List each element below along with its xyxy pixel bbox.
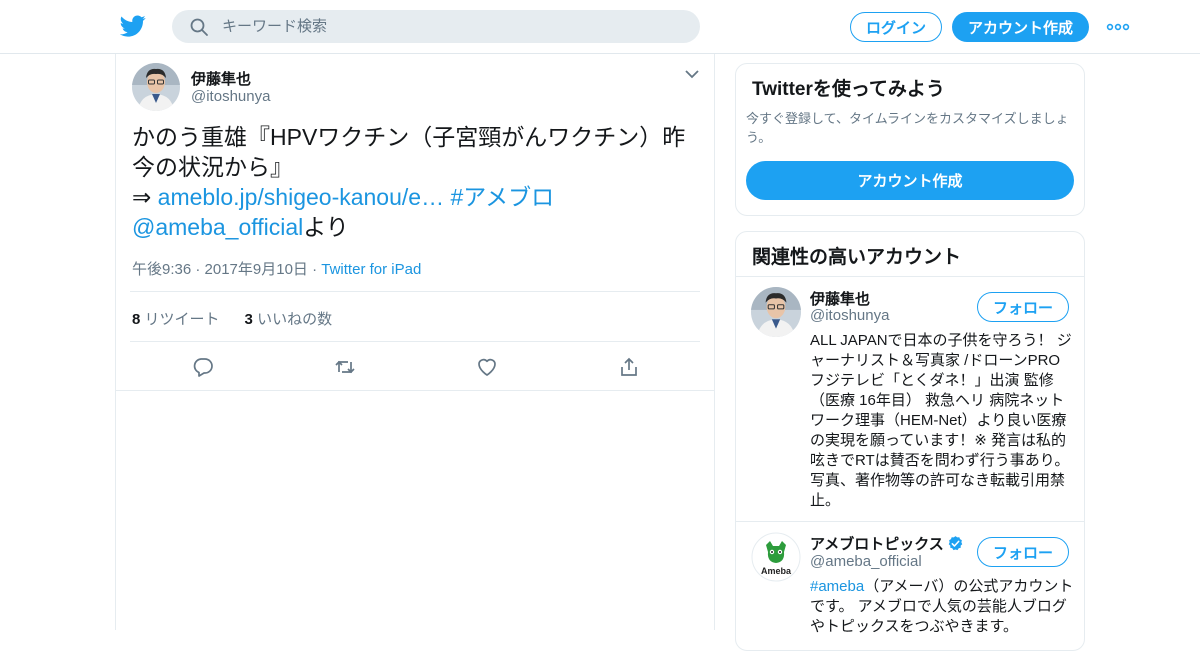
search-icon [190,18,208,36]
tweet-mention[interactable]: @ameba_official [132,214,303,240]
tweet-author-name[interactable]: 伊藤隼也 [191,68,251,89]
divider [736,276,1084,277]
divider [130,291,700,292]
tweet-arrow: ⇒ [132,184,158,210]
meta-separator: · [307,261,322,278]
divider [736,521,1084,522]
try-twitter-card: Twitterを使ってみよう 今すぐ登録して、タイムラインをカスタマイズしましょ… [735,63,1085,216]
search-box[interactable] [172,10,700,43]
related-accounts-title: 関連性の高いアカウント [752,247,962,268]
divider [116,390,714,391]
tweet-author-handle[interactable]: @itoshunya [191,88,270,105]
twitter-bird-icon[interactable] [120,13,146,39]
share-icon[interactable] [618,356,640,378]
account-handle[interactable]: @itoshunya [810,307,889,324]
like-label[interactable]: いいねの数 [257,311,332,328]
try-twitter-title: Twitterを使ってみよう [752,79,945,100]
follow-button[interactable]: フォロー [977,537,1069,567]
signup-button[interactable]: アカウント作成 [952,12,1089,42]
like-count: 3 [244,311,253,328]
account-bio: ALL JAPANで日本の子供を守ろう！ ジャーナリスト＆写真家 /ドローンPR… [810,332,1072,509]
divider [130,341,700,342]
like-heart-icon[interactable] [476,356,498,378]
retweet-icon[interactable] [334,356,356,378]
account-name[interactable]: アメブロトピックス [810,536,944,553]
login-button[interactable]: ログイン [850,12,942,42]
chevron-down-icon[interactable] [684,68,700,80]
person-avatar-icon [751,287,801,337]
follow-button[interactable]: フォロー [977,292,1069,322]
retweet-count: 8 [132,311,141,328]
ameba-logo-icon: Ameba [751,532,801,582]
tweet-column: 伊藤隼也 @itoshunya かのう重雄『HPVワクチン（子宮頸がんワクチン）… [115,54,715,630]
reply-icon[interactable] [192,356,214,378]
account-handle[interactable]: @ameba_official [810,553,922,570]
tweet-meta: 午後9:36 · 2017年9月10日 · Twitter for iPad [132,258,421,279]
tweet-text: かのう重雄『HPVワクチン（子宮頸がんワクチン）昨今の状況から』 ⇒ amebl… [132,122,702,242]
try-twitter-subtitle: 今すぐ登録して、タイムラインをカスタマイズしましょう。 [746,111,1069,145]
related-accounts-card: 関連性の高いアカウント 伊藤隼也 @itoshunya フォロー ALL JAP… [735,231,1085,651]
avatar[interactable] [751,287,801,337]
tweet-stats: 8 リツイート 3 いいねの数 [132,308,332,329]
bio-hashtag[interactable]: #ameba [810,578,864,595]
ameba-logo-text: Ameba [761,566,792,576]
retweet-label[interactable]: リツイート [145,311,220,328]
account-bio: #ameba（アメーバ）の公式アカウントです。 アメブロで人気の芸能人ブログやト… [810,577,1074,637]
search-input[interactable] [222,10,682,43]
person-avatar-icon [132,63,180,111]
avatar[interactable]: Ameba [751,532,801,582]
tweet-text-main: かのう重雄『HPVワクチン（子宮頸がんワクチン）昨今の状況から』 [132,124,686,180]
account-name[interactable]: 伊藤隼也 [810,288,870,309]
tweet-timestamp[interactable]: 午後9:36 · 2017年9月10日 [132,261,308,278]
tweet-hashtag[interactable]: #アメブロ [450,184,554,210]
verified-badge-icon [948,536,963,551]
tweet-suffix: より [303,214,349,240]
top-bar: ログイン アカウント作成 [0,0,1200,54]
tweet-source[interactable]: Twitter for iPad [321,261,421,278]
tweet-link[interactable]: ameblo.jp/shigeo-kanou/e… [158,184,444,210]
account-name-row: アメブロトピックス [810,533,964,554]
more-options-icon[interactable] [1106,18,1130,36]
avatar[interactable] [132,63,180,111]
signup-card-button[interactable]: アカウント作成 [746,161,1074,200]
